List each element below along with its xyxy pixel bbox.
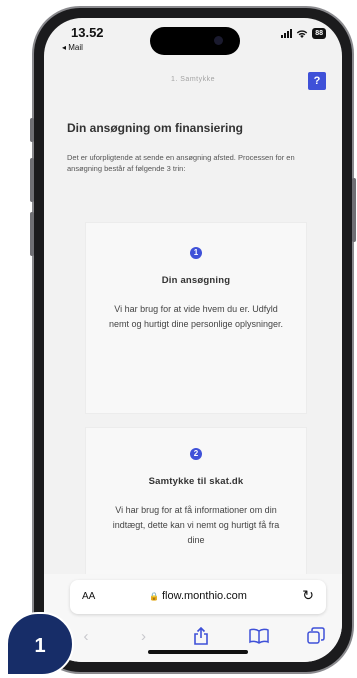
browser-toolbar: ‹ › xyxy=(74,624,328,648)
share-icon[interactable] xyxy=(189,627,213,645)
power-button xyxy=(352,178,356,242)
lock-icon: 🔒 xyxy=(149,592,159,601)
status-bar: 13.52 ◂ Mail 88 xyxy=(44,24,342,60)
home-indicator xyxy=(148,650,248,654)
tabs-icon[interactable] xyxy=(304,627,328,645)
card-body: Vi har brug for at få informationer om d… xyxy=(112,505,280,545)
status-icons: 88 xyxy=(281,28,326,39)
back-arrow-icon[interactable]: ‹ xyxy=(74,628,98,645)
mute-switch xyxy=(30,118,34,142)
browser-chrome: AA 🔒 flow.monthio.com ↻ ‹ › xyxy=(44,574,342,662)
step-label: 1. Samtykke xyxy=(170,76,215,83)
clock: 13.52 xyxy=(71,25,104,40)
intro-text: Det er uforpligtende at sende en ansøgni… xyxy=(67,153,295,173)
phone-frame: 13.52 ◂ Mail 88 1. Samtykke ? Din ansøgn… xyxy=(30,8,356,672)
bookmarks-icon[interactable] xyxy=(247,628,271,644)
volume-down-button xyxy=(30,212,34,256)
back-to-mail-link[interactable]: ◂ Mail xyxy=(62,43,83,52)
forward-arrow-icon[interactable]: › xyxy=(132,628,156,645)
url-text: flow.monthio.com xyxy=(161,590,247,602)
help-button[interactable]: ? xyxy=(308,72,326,90)
step-badge: 1 xyxy=(6,612,74,676)
page-title: Din ansøgning om finansiering xyxy=(67,121,244,135)
reload-icon[interactable]: ↻ xyxy=(302,587,314,604)
card-body: Vi har brug for at vide hvem du er. Udfy… xyxy=(108,304,284,329)
card-title: Din ansøgning xyxy=(161,275,231,286)
step-card-application: 1 Din ansøgning Vi har brug for at vide … xyxy=(86,223,306,413)
address-bar[interactable]: AA 🔒 flow.monthio.com ↻ xyxy=(70,580,326,614)
battery-indicator: 88 xyxy=(312,28,326,39)
volume-up-button xyxy=(30,158,34,202)
screen: 13.52 ◂ Mail 88 1. Samtykke ? Din ansøgn… xyxy=(44,18,342,662)
step-number-icon: 2 xyxy=(190,448,202,460)
step-number-icon: 1 xyxy=(190,247,202,259)
wifi-icon xyxy=(297,30,308,38)
card-title: Samtykke til skat.dk xyxy=(148,476,244,487)
url-display[interactable]: 🔒 flow.monthio.com xyxy=(70,590,326,602)
signal-icon xyxy=(281,29,293,38)
step-header: 1. Samtykke ? xyxy=(44,66,342,94)
